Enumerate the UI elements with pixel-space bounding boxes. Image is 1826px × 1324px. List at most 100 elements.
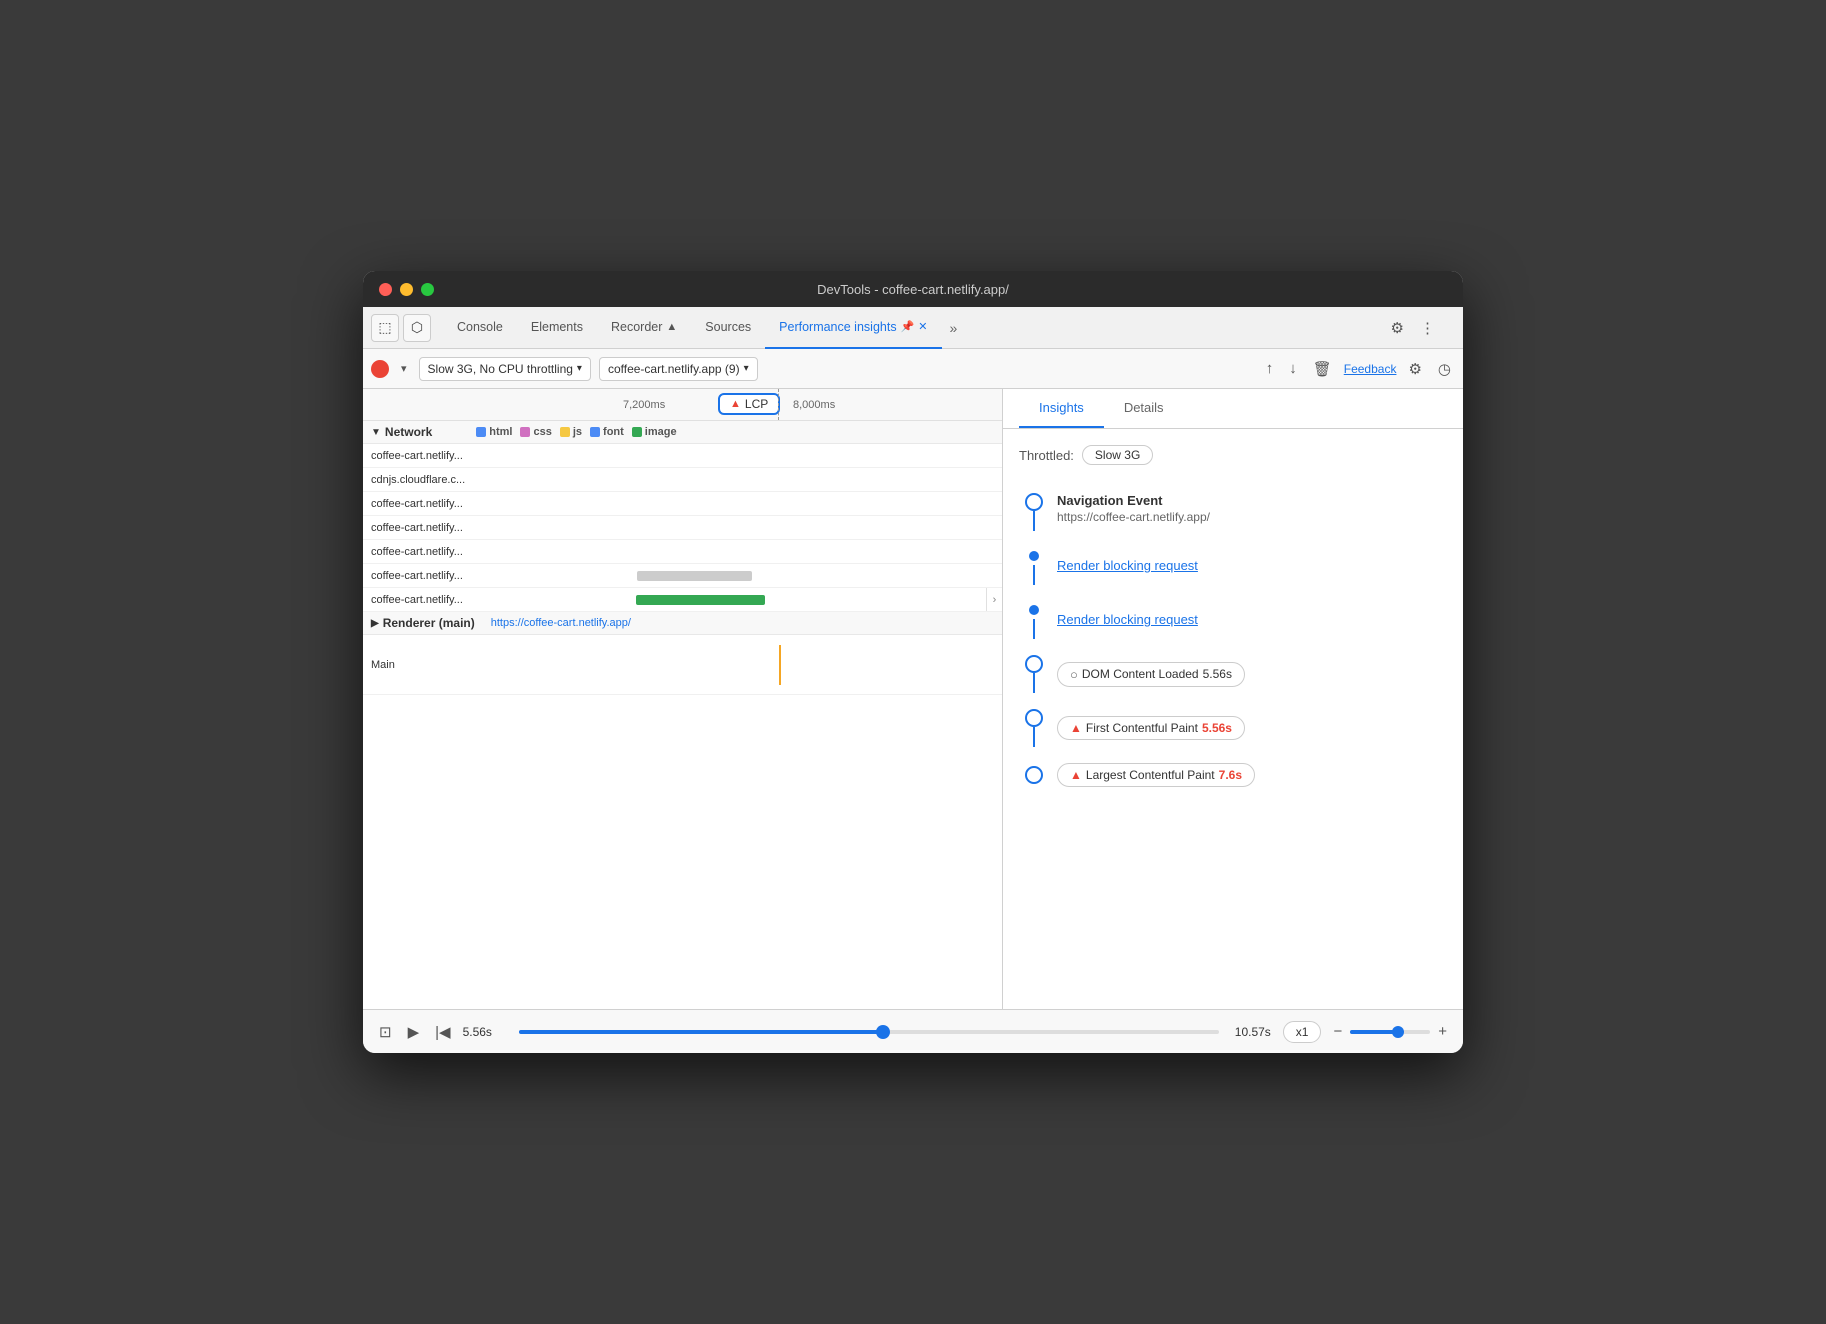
- maximize-button[interactable]: [421, 283, 434, 296]
- table-row[interactable]: coffee-cart.netlify...: [363, 540, 1002, 564]
- dcl-badge: ○ DOM Content Loaded 5.56s: [1057, 662, 1245, 687]
- upload-icon[interactable]: ↑: [1262, 356, 1278, 381]
- dcl-circle: [1025, 655, 1043, 673]
- render-blocking-link-2[interactable]: Render blocking request: [1057, 612, 1198, 627]
- phone-icon[interactable]: ⬡: [403, 314, 431, 342]
- controls-bar: ▾ Slow 3G, No CPU throttling ▾ coffee-ca…: [363, 349, 1463, 389]
- toolbar: ⬚ ⬡ Console Elements Recorder ▲ Sources …: [363, 307, 1463, 349]
- connector-line-5: [1033, 727, 1035, 747]
- nav-circle: [1025, 493, 1043, 511]
- timeline-scrubber[interactable]: [519, 1030, 1219, 1034]
- tab-sources[interactable]: Sources: [691, 307, 765, 349]
- insights-tabs: Insights Details: [1003, 389, 1463, 429]
- close-tab-icon[interactable]: ✕: [918, 320, 927, 333]
- scrubber-thumb[interactable]: [876, 1025, 890, 1039]
- bottom-bar: ⊡ ▶ |◀ 5.56s 10.57s x1 − +: [363, 1009, 1463, 1053]
- renderer-section-header: ▶ Renderer (main) https://coffee-cart.ne…: [363, 612, 1002, 635]
- left-panel: 7,200ms 8,000ms ▲ LCP ▼ Network html: [363, 389, 1003, 1009]
- throttle-badge: Slow 3G: [1082, 445, 1153, 465]
- event-render-blocking-1: Render blocking request: [1019, 539, 1447, 593]
- table-row[interactable]: coffee-cart.netlify...: [363, 564, 1002, 588]
- table-row[interactable]: coffee-cart.netlify...: [363, 516, 1002, 540]
- image-color-dot: [632, 427, 642, 437]
- renderer-url[interactable]: https://coffee-cart.netlify.app/: [491, 617, 631, 629]
- pin-icon: 📌: [901, 320, 915, 333]
- zoom-controls: − +: [1329, 1019, 1451, 1044]
- tab-insights[interactable]: Insights: [1019, 389, 1104, 428]
- connector-dcl: [1019, 655, 1049, 693]
- time-label-2: 8,000ms: [793, 399, 835, 411]
- font-color-dot: [590, 427, 600, 437]
- network-throttle-dropdown[interactable]: Slow 3G, No CPU throttling ▾: [419, 357, 591, 381]
- lcp-circle: [1025, 766, 1043, 784]
- skip-to-start-button[interactable]: |◀: [431, 1019, 454, 1045]
- zoom-slider[interactable]: [1350, 1030, 1430, 1034]
- trash-icon[interactable]: 🗑: [1309, 356, 1336, 382]
- main-content: 7,200ms 8,000ms ▲ LCP ▼ Network html: [363, 389, 1463, 1009]
- tab-recorder[interactable]: Recorder ▲: [597, 307, 691, 349]
- close-button[interactable]: [379, 283, 392, 296]
- gear-icon[interactable]: ⚙: [1404, 356, 1425, 382]
- lcp-badge-event: ▲ Largest Contentful Paint 7.6s: [1057, 763, 1255, 787]
- cursor-icon[interactable]: ⬚: [371, 314, 399, 342]
- dashed-timeline-line: [778, 389, 779, 420]
- fcp-warning-icon: ▲: [1070, 721, 1082, 735]
- download-icon[interactable]: ↓: [1285, 356, 1301, 381]
- connector-fcp: [1019, 709, 1049, 747]
- legend-js: js: [560, 426, 582, 438]
- css-color-dot: [520, 427, 530, 437]
- titlebar: DevTools - coffee-cart.netlify.app/: [363, 271, 1463, 307]
- bar-area: [618, 564, 1002, 587]
- legend-css: css: [520, 426, 551, 438]
- insights-content: Throttled: Slow 3G Navigation Event http…: [1003, 429, 1463, 1009]
- dot-circle-2: [1029, 605, 1039, 615]
- tab-performance-insights[interactable]: Performance insights 📌 ✕: [765, 307, 941, 349]
- target-dropdown[interactable]: coffee-cart.netlify.app (9) ▾: [599, 357, 758, 381]
- speed-button[interactable]: x1: [1283, 1021, 1322, 1043]
- more-options-icon[interactable]: ⋮: [1416, 315, 1439, 341]
- record-button[interactable]: [371, 360, 389, 378]
- table-row[interactable]: coffee-cart.netlify... ›: [363, 588, 1002, 612]
- zoom-fill: [1350, 1030, 1398, 1034]
- connector-dot-1: [1019, 547, 1049, 585]
- legend-image: image: [632, 426, 677, 438]
- more-tabs-button[interactable]: »: [942, 307, 966, 349]
- event-fcp: ▲ First Contentful Paint 5.56s: [1019, 701, 1447, 755]
- zoom-thumb[interactable]: [1392, 1026, 1404, 1038]
- bar-area: [618, 444, 1002, 467]
- devtools-window: DevTools - coffee-cart.netlify.app/ ⬚ ⬡ …: [363, 271, 1463, 1053]
- table-row[interactable]: coffee-cart.netlify...: [363, 492, 1002, 516]
- time-label-1: 7,200ms: [623, 399, 665, 411]
- zoom-out-button[interactable]: −: [1329, 1019, 1346, 1044]
- tab-settings-area: ⚙ ⋮: [1379, 307, 1447, 349]
- legend-html: html: [476, 426, 512, 438]
- table-row[interactable]: cdnjs.cloudflare.c...: [363, 468, 1002, 492]
- circle-icon[interactable]: ◷: [1434, 356, 1455, 382]
- expand-row-button[interactable]: ›: [986, 588, 1002, 611]
- throttle-row: Throttled: Slow 3G: [1019, 445, 1447, 465]
- render-blocking-2-content: Render blocking request: [1049, 611, 1447, 629]
- collapse-arrow-icon[interactable]: ▼: [371, 427, 381, 438]
- expand-renderer-icon[interactable]: ▶: [371, 618, 379, 629]
- tab-details[interactable]: Details: [1104, 389, 1184, 428]
- render-blocking-link-1[interactable]: Render blocking request: [1057, 558, 1198, 573]
- chevron-down-icon: ▾: [577, 363, 582, 374]
- fcp-content: ▲ First Contentful Paint 5.56s: [1049, 716, 1447, 740]
- tab-console[interactable]: Console: [443, 307, 517, 349]
- bar-area: [618, 468, 1002, 491]
- minimize-button[interactable]: [400, 283, 413, 296]
- feedback-link[interactable]: Feedback: [1344, 362, 1397, 376]
- dot-circle-1: [1029, 551, 1039, 561]
- main-row-label: Main: [363, 659, 618, 671]
- record-dropdown-arrow[interactable]: ▾: [397, 358, 411, 379]
- connector-dot-2: [1019, 601, 1049, 639]
- tab-elements[interactable]: Elements: [517, 307, 597, 349]
- js-color-dot: [560, 427, 570, 437]
- screenshot-toggle-button[interactable]: ⊡: [375, 1019, 396, 1045]
- settings-icon[interactable]: ⚙: [1387, 315, 1408, 341]
- zoom-in-button[interactable]: +: [1434, 1019, 1451, 1044]
- play-button[interactable]: ▶: [404, 1019, 424, 1045]
- bar-area: [618, 588, 986, 611]
- bar-area: [618, 516, 1002, 539]
- table-row[interactable]: coffee-cart.netlify...: [363, 444, 1002, 468]
